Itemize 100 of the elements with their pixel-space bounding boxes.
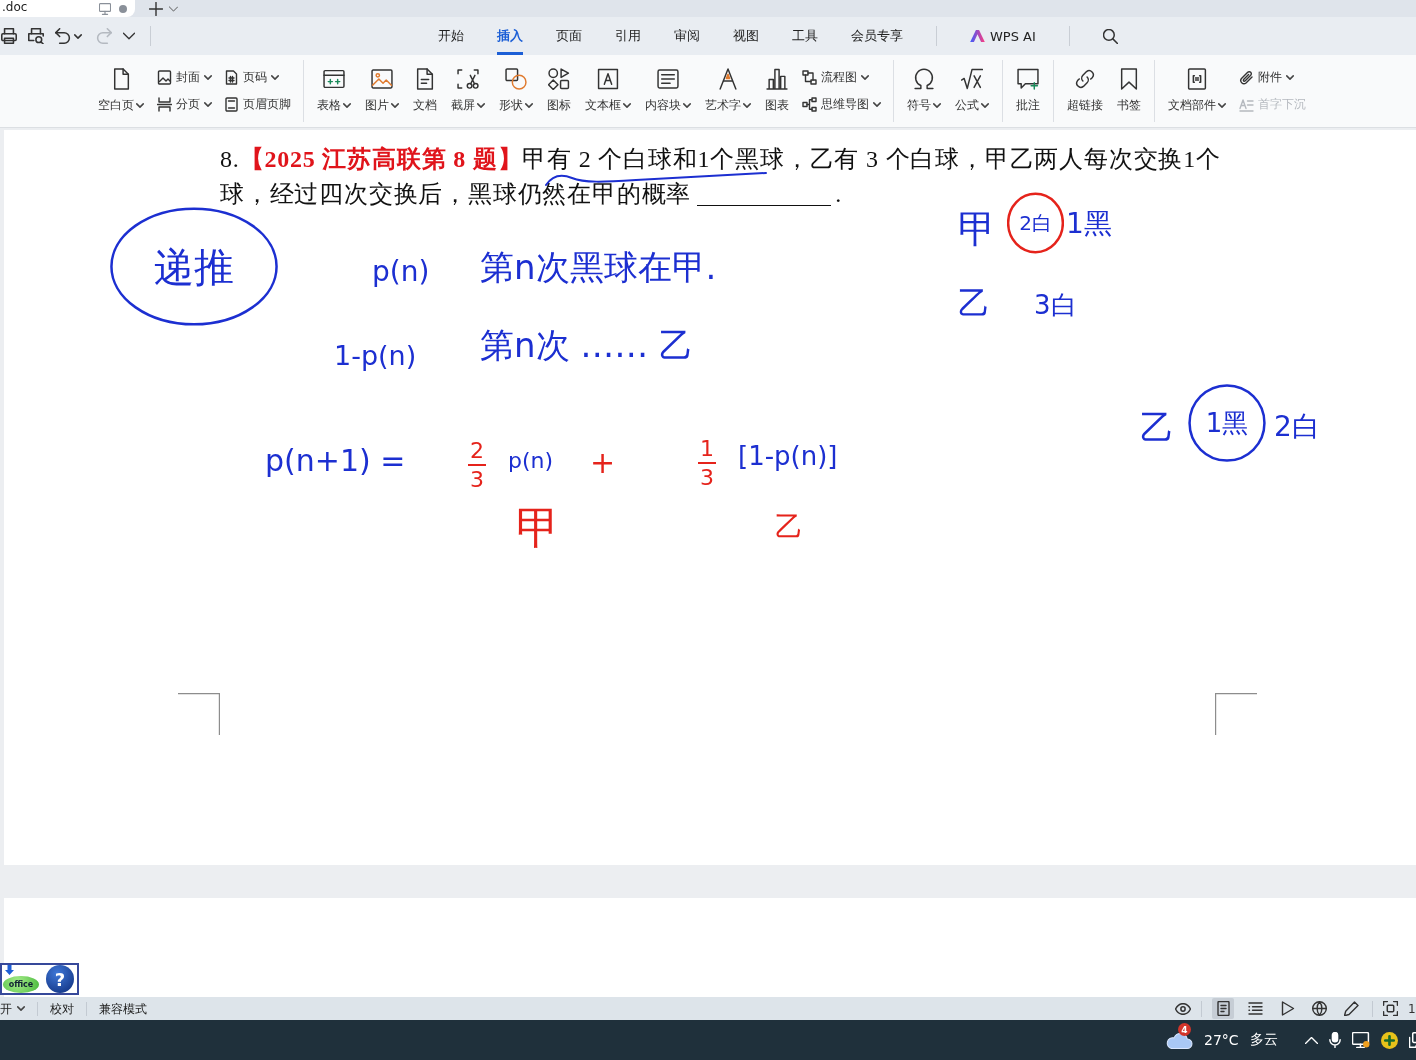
caret-icon — [873, 102, 881, 107]
ribbon-button[interactable]: 艺术字 — [704, 68, 752, 114]
ribbon-button[interactable]: 形状 — [498, 68, 534, 114]
question-period: . — [835, 180, 842, 209]
microphone-icon[interactable] — [1328, 1032, 1341, 1048]
text-art-icon — [717, 68, 739, 90]
ribbon-button[interactable]: 封面 — [157, 69, 212, 86]
ribbon-button[interactable]: 图表 — [764, 68, 790, 114]
weather-condition[interactable]: 多云 — [1249, 1031, 1278, 1049]
handwritten-note: 递推 — [154, 246, 234, 287]
ribbon-button[interactable]: 分页 — [157, 96, 212, 113]
fraction-denominator: 3 — [470, 466, 484, 491]
handwritten-note: 乙 — [775, 513, 803, 541]
header-footer-icon — [224, 97, 239, 112]
page-number-icon — [224, 70, 239, 85]
document-parts-icon — [1186, 68, 1208, 90]
scissors-icon — [457, 68, 479, 90]
menu-tab[interactable]: WPS AI — [970, 17, 1036, 55]
text-box-icon — [597, 68, 619, 90]
ribbon-button[interactable]: 书签 — [1116, 68, 1142, 114]
ribbon-button[interactable]: 页码 — [224, 69, 291, 86]
menu-tab[interactable]: 开始 — [438, 17, 464, 55]
fullscreen-icon[interactable] — [1383, 1001, 1398, 1016]
printer-icon[interactable] — [1, 28, 17, 44]
fraction-numerator: 1 — [698, 438, 716, 464]
office-logo[interactable]: office — [3, 976, 39, 993]
corner-mark-icon — [1215, 693, 1257, 735]
status-item[interactable]: 开 — [0, 1001, 37, 1016]
menu-tab[interactable]: 页面 — [556, 17, 582, 55]
handwritten-note: 1黑 — [1066, 210, 1112, 238]
menu-tab[interactable]: 审阅 — [674, 17, 700, 55]
handwritten-note: 甲 — [958, 210, 996, 248]
zoom-level[interactable]: 1 — [1408, 1001, 1416, 1016]
ribbon-button[interactable]: 思维导图 — [802, 96, 881, 113]
dot-icon — [119, 4, 127, 13]
square-root-icon — [961, 68, 983, 90]
eye-icon[interactable] — [1175, 1002, 1191, 1015]
document-tab-title[interactable]: .doc — [2, 0, 28, 14]
search-icon[interactable] — [1102, 28, 1118, 44]
ribbon-button[interactable]: 文本框 — [584, 68, 632, 114]
handwritten-note: 1黑 — [1205, 410, 1249, 436]
view-mode-button[interactable] — [1212, 998, 1234, 1019]
caret-icon — [343, 103, 351, 108]
handwritten-note: 第n次 …… 乙 — [480, 328, 694, 362]
handwritten-note: p(n) — [372, 258, 430, 286]
fraction-numerator: 2 — [468, 440, 486, 466]
monitor-icon — [99, 2, 111, 15]
ribbon-button[interactable]: 内容块 — [644, 68, 692, 114]
menu-tab[interactable]: 视图 — [733, 17, 759, 55]
outline-list-icon — [1247, 1001, 1263, 1016]
plus-circle-icon[interactable] — [1380, 1031, 1398, 1049]
download-arrow-icon — [5, 965, 14, 975]
ribbon-button[interactable]: 页眉页脚 — [224, 96, 291, 113]
ribbon-button[interactable]: 图片 — [364, 68, 400, 114]
ribbon-button[interactable]: 表格 — [316, 68, 352, 114]
caret-icon — [477, 103, 485, 108]
mind-map-icon — [802, 97, 817, 112]
ribbon-button[interactable]: 截屏 — [450, 68, 486, 114]
ribbon-button[interactable]: 流程图 — [802, 69, 881, 86]
ribbon-button[interactable]: 附件 — [1239, 69, 1306, 86]
handwritten-note: 乙 — [1140, 410, 1174, 444]
ribbon-button[interactable]: 空白页 — [97, 68, 145, 114]
menu-tab[interactable]: 会员专享 — [851, 17, 903, 55]
ribbon-button[interactable]: 超链接 — [1066, 68, 1104, 114]
ribbon-button[interactable]: 批注 — [1015, 68, 1041, 114]
caret-icon — [861, 75, 869, 80]
notification-badge: 4 — [1178, 1023, 1191, 1036]
menu-tab[interactable]: 工具 — [792, 17, 818, 55]
content-block-icon — [657, 68, 679, 90]
handwritten-note: + — [590, 448, 616, 478]
status-item[interactable]: 校对 — [37, 1001, 86, 1016]
play-icon — [1279, 1001, 1295, 1016]
ribbon-button[interactable]: 图标 — [546, 68, 572, 114]
chevron-down-icon[interactable] — [123, 32, 135, 40]
question-text: 球，经过四次交换后，黑球仍然在甲的概率 — [220, 180, 692, 209]
caret-icon — [981, 103, 989, 108]
temperature[interactable]: 27°C — [1204, 1032, 1239, 1048]
menu-tab[interactable]: 引用 — [615, 17, 641, 55]
display-icon[interactable] — [1351, 1032, 1370, 1048]
document-icon — [414, 68, 436, 90]
help-button[interactable]: ? — [46, 965, 74, 993]
chevron-up-icon[interactable] — [1304, 1036, 1318, 1044]
page-view-icon — [1215, 1001, 1231, 1016]
ribbon-button[interactable]: 文档 — [412, 68, 438, 114]
ribbon-button[interactable]: 公式 — [954, 68, 990, 114]
flowchart-icon — [802, 70, 817, 85]
paperclip-icon — [1239, 70, 1254, 85]
drop-cap-icon — [1239, 97, 1254, 112]
print-preview-icon[interactable] — [28, 28, 44, 44]
fraction-denominator: 3 — [700, 464, 714, 489]
ribbon-button[interactable]: 符号 — [906, 68, 942, 114]
plus-icon[interactable] — [149, 1, 163, 16]
cloud-icon — [1165, 1031, 1193, 1049]
ribbon-button[interactable]: 文档部件 — [1167, 68, 1227, 114]
caret-icon — [1286, 75, 1294, 80]
status-item[interactable]: 兼容模式 — [86, 1001, 159, 1016]
caret-icon[interactable] — [74, 33, 82, 39]
question-text: 8.【2025 江苏高联第 8 题】甲有 2 个白球和1个黑球，乙有 3 个白球，甲乙两人每次交换1个 — [220, 145, 1222, 174]
shapes-icon — [505, 68, 527, 90]
undo-icon[interactable] — [55, 28, 71, 44]
